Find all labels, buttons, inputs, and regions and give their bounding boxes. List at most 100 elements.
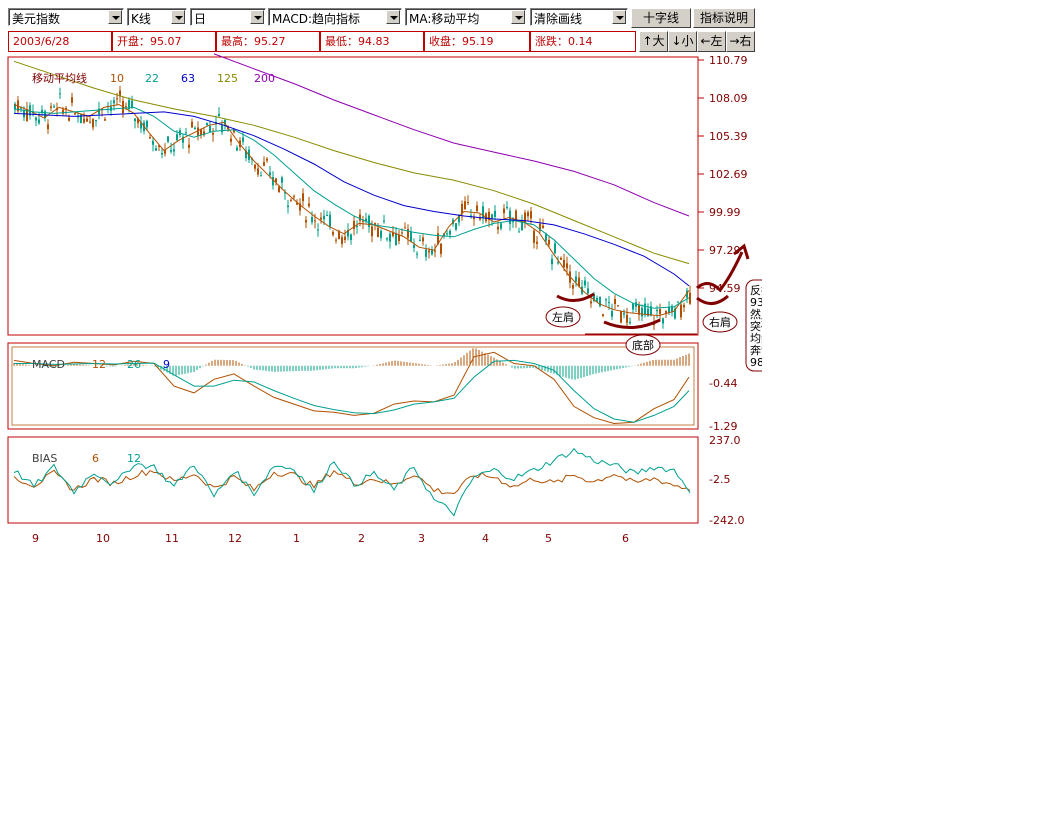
- candle-body: [242, 137, 244, 142]
- candle-body: [500, 223, 502, 229]
- candle-body: [254, 164, 256, 169]
- candle-body: [503, 208, 505, 214]
- candle-body: [659, 309, 661, 315]
- candle-body: [518, 231, 520, 233]
- candle-body: [263, 162, 265, 166]
- price-legend-label: 移动平均线: [32, 71, 87, 85]
- candle-body: [278, 186, 280, 193]
- right-shoulder-label: 右肩: [709, 315, 731, 329]
- candle-body: [464, 201, 466, 210]
- candle-body: [647, 308, 649, 317]
- candle-body: [587, 288, 589, 294]
- macd-ytick: -0.44: [709, 377, 737, 390]
- bias-legend-6: 6: [92, 452, 99, 465]
- candle-body: [326, 215, 328, 217]
- candle-body: [449, 230, 451, 235]
- candle-body: [629, 321, 631, 324]
- candle-body: [572, 284, 574, 289]
- legend-ma22: 22: [145, 72, 159, 85]
- candle-body: [257, 168, 259, 175]
- candle-body: [236, 147, 238, 151]
- candle-body: [68, 117, 70, 121]
- candle-body: [383, 220, 385, 222]
- candle-body: [641, 307, 643, 317]
- candle-body: [335, 239, 337, 241]
- candle-body: [608, 302, 610, 304]
- candle-body: [419, 239, 421, 241]
- candle-body: [404, 227, 406, 229]
- candle-body: [332, 231, 334, 235]
- candle-body: [71, 97, 73, 103]
- candle-body: [398, 234, 400, 242]
- candle-body: [446, 233, 448, 235]
- candle-body: [209, 126, 211, 133]
- candle-body: [377, 227, 379, 238]
- month-label: 6: [622, 532, 629, 545]
- price-ytick: 102.69: [709, 168, 748, 181]
- month-label: 5: [545, 532, 552, 545]
- candle-body: [197, 127, 199, 136]
- candle-body: [560, 257, 562, 260]
- bias-legend-label: BIAS: [32, 452, 57, 465]
- ma-63-line: [13, 111, 690, 287]
- callout-line: 均线,直: [750, 331, 762, 345]
- macd-legend-fast: 12: [92, 358, 106, 371]
- price-ytick: 108.09: [709, 92, 748, 105]
- month-label: 3: [418, 532, 425, 545]
- candle-body: [155, 148, 157, 151]
- chart-canvas[interactable]: 移动平均线 10 22 63 125 200 110.79 108.09 105…: [0, 0, 762, 562]
- macd-dif-line: [13, 351, 690, 425]
- candle-body: [320, 217, 322, 220]
- callout-line: 反抽到: [750, 283, 762, 297]
- candle-body: [656, 309, 658, 312]
- candle-body: [341, 237, 343, 244]
- candle-body: [74, 113, 76, 115]
- candle-body: [161, 153, 163, 155]
- bottom-stroke: [603, 318, 661, 329]
- candle-body: [473, 217, 475, 220]
- candle-body: [104, 119, 106, 121]
- candle-body: [512, 221, 514, 223]
- month-label: 10: [96, 532, 110, 545]
- price-ytick: 97.29: [709, 244, 741, 257]
- month-label: 4: [482, 532, 489, 545]
- candle-body: [359, 214, 361, 221]
- candle-body: [152, 140, 154, 145]
- candle-body: [575, 276, 577, 282]
- candle-body: [563, 259, 565, 268]
- candle-body: [344, 236, 346, 240]
- candle-body: [440, 243, 442, 254]
- bias-panel-frame: [7, 436, 699, 524]
- candle-body: [566, 263, 568, 269]
- candle-body: [338, 231, 340, 240]
- candle-body: [167, 136, 169, 142]
- candle-body: [116, 98, 118, 100]
- candle-body: [380, 230, 382, 238]
- candle-body: [59, 93, 61, 95]
- bias-ytick: 237.0: [709, 434, 741, 447]
- candle-body: [536, 241, 538, 244]
- candle-body: [428, 250, 430, 253]
- price-ytick: 99.99: [709, 206, 741, 219]
- candle-body: [506, 206, 508, 209]
- candle-body: [38, 119, 40, 124]
- bottom-label: 底部: [632, 338, 654, 352]
- candle-body: [590, 301, 592, 304]
- candle-body: [125, 106, 127, 108]
- candle-body: [413, 244, 415, 248]
- candle-body: [293, 196, 295, 198]
- macd-panel-inner: [11, 346, 695, 426]
- callout-line: 突破65日: [750, 319, 762, 333]
- candle-body: [80, 114, 82, 123]
- candle-body: [266, 158, 268, 161]
- candle-body: [455, 223, 457, 230]
- candle-body: [290, 199, 292, 201]
- candle-body: [611, 310, 613, 317]
- candle-body: [212, 132, 214, 135]
- candle-body: [86, 118, 88, 122]
- candle-body: [626, 314, 628, 323]
- legend-ma125: 125: [217, 72, 238, 85]
- candle-body: [47, 124, 49, 130]
- candle-body: [617, 305, 619, 307]
- candle-body: [149, 137, 151, 139]
